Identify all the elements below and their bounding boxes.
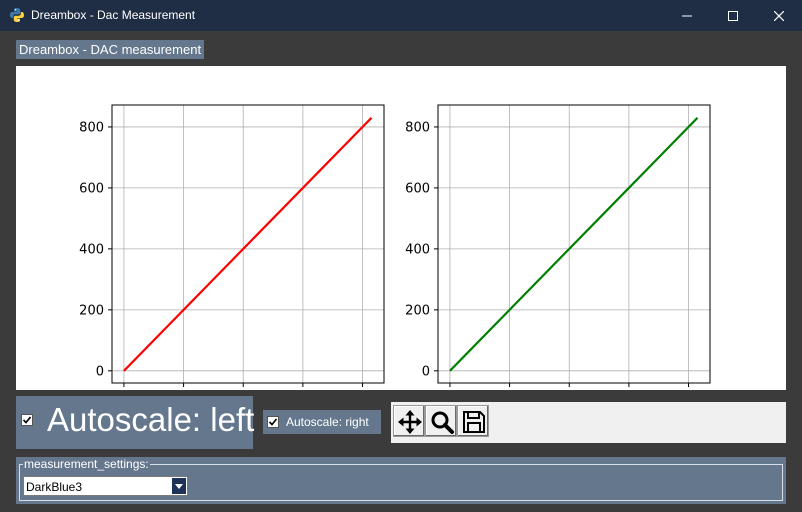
y-tick-label: 0 bbox=[96, 364, 104, 379]
move-arrows-icon bbox=[398, 410, 422, 434]
page-title: Dreambox - DAC measurement bbox=[16, 40, 205, 59]
y-tick-label: 0 bbox=[422, 364, 430, 379]
y-tick-label: 200 bbox=[79, 303, 104, 318]
autoscale-right-checkbox[interactable]: Autoscale: right bbox=[263, 410, 381, 434]
plots-svg: 0200400600800020040060080002004006008000… bbox=[79, 104, 711, 387]
y-tick-label: 600 bbox=[79, 181, 104, 196]
maximize-button[interactable] bbox=[710, 0, 756, 31]
plot-canvas[interactable]: 0200400600800020040060080002004006008000… bbox=[16, 66, 786, 390]
floppy-disk-icon bbox=[463, 411, 485, 433]
maximize-icon bbox=[728, 10, 738, 21]
theme-select[interactable]: DarkBlue3 bbox=[23, 476, 188, 496]
magnifier-icon bbox=[431, 411, 454, 434]
checkbox-checked-icon[interactable] bbox=[267, 416, 279, 428]
title-bar: Dreambox - Dac Measurement bbox=[0, 0, 802, 31]
y-tick-label: 400 bbox=[79, 242, 104, 257]
save-button[interactable] bbox=[457, 405, 489, 437]
series-line-right bbox=[449, 117, 699, 372]
python-logo-icon bbox=[9, 7, 25, 23]
minimize-icon bbox=[682, 15, 692, 16]
dropdown-arrow-button[interactable] bbox=[172, 478, 186, 494]
y-tick-label: 400 bbox=[405, 242, 430, 257]
autoscale-left-label: Autoscale: left bbox=[47, 401, 255, 438]
minimize-button[interactable] bbox=[664, 0, 710, 31]
window-title: Dreambox - Dac Measurement bbox=[31, 8, 196, 22]
plot-toolbar bbox=[391, 402, 786, 443]
zoom-button[interactable] bbox=[425, 405, 457, 437]
settings-legend: measurement_settings: bbox=[23, 457, 150, 471]
pan-button[interactable] bbox=[393, 405, 425, 437]
y-tick-label: 800 bbox=[79, 120, 104, 135]
y-tick-label: 800 bbox=[405, 120, 430, 135]
measurement-settings-frame: measurement_settings: DarkBlue3 bbox=[16, 457, 786, 504]
close-icon bbox=[774, 10, 784, 21]
checkbox-checked-icon[interactable] bbox=[21, 414, 33, 426]
series-line-left bbox=[123, 117, 373, 372]
close-button[interactable] bbox=[756, 0, 802, 31]
autoscale-left-checkbox[interactable]: Autoscale: left bbox=[16, 396, 255, 449]
autoscale-right-label: Autoscale: right bbox=[286, 415, 369, 429]
theme-select-value: DarkBlue3 bbox=[26, 480, 83, 494]
y-tick-label: 200 bbox=[405, 303, 430, 318]
y-tick-label: 600 bbox=[405, 181, 430, 196]
chevron-down-icon bbox=[175, 484, 183, 489]
window-content: Dreambox - DAC measurement 0 200 400 600 800… bbox=[0, 31, 802, 512]
